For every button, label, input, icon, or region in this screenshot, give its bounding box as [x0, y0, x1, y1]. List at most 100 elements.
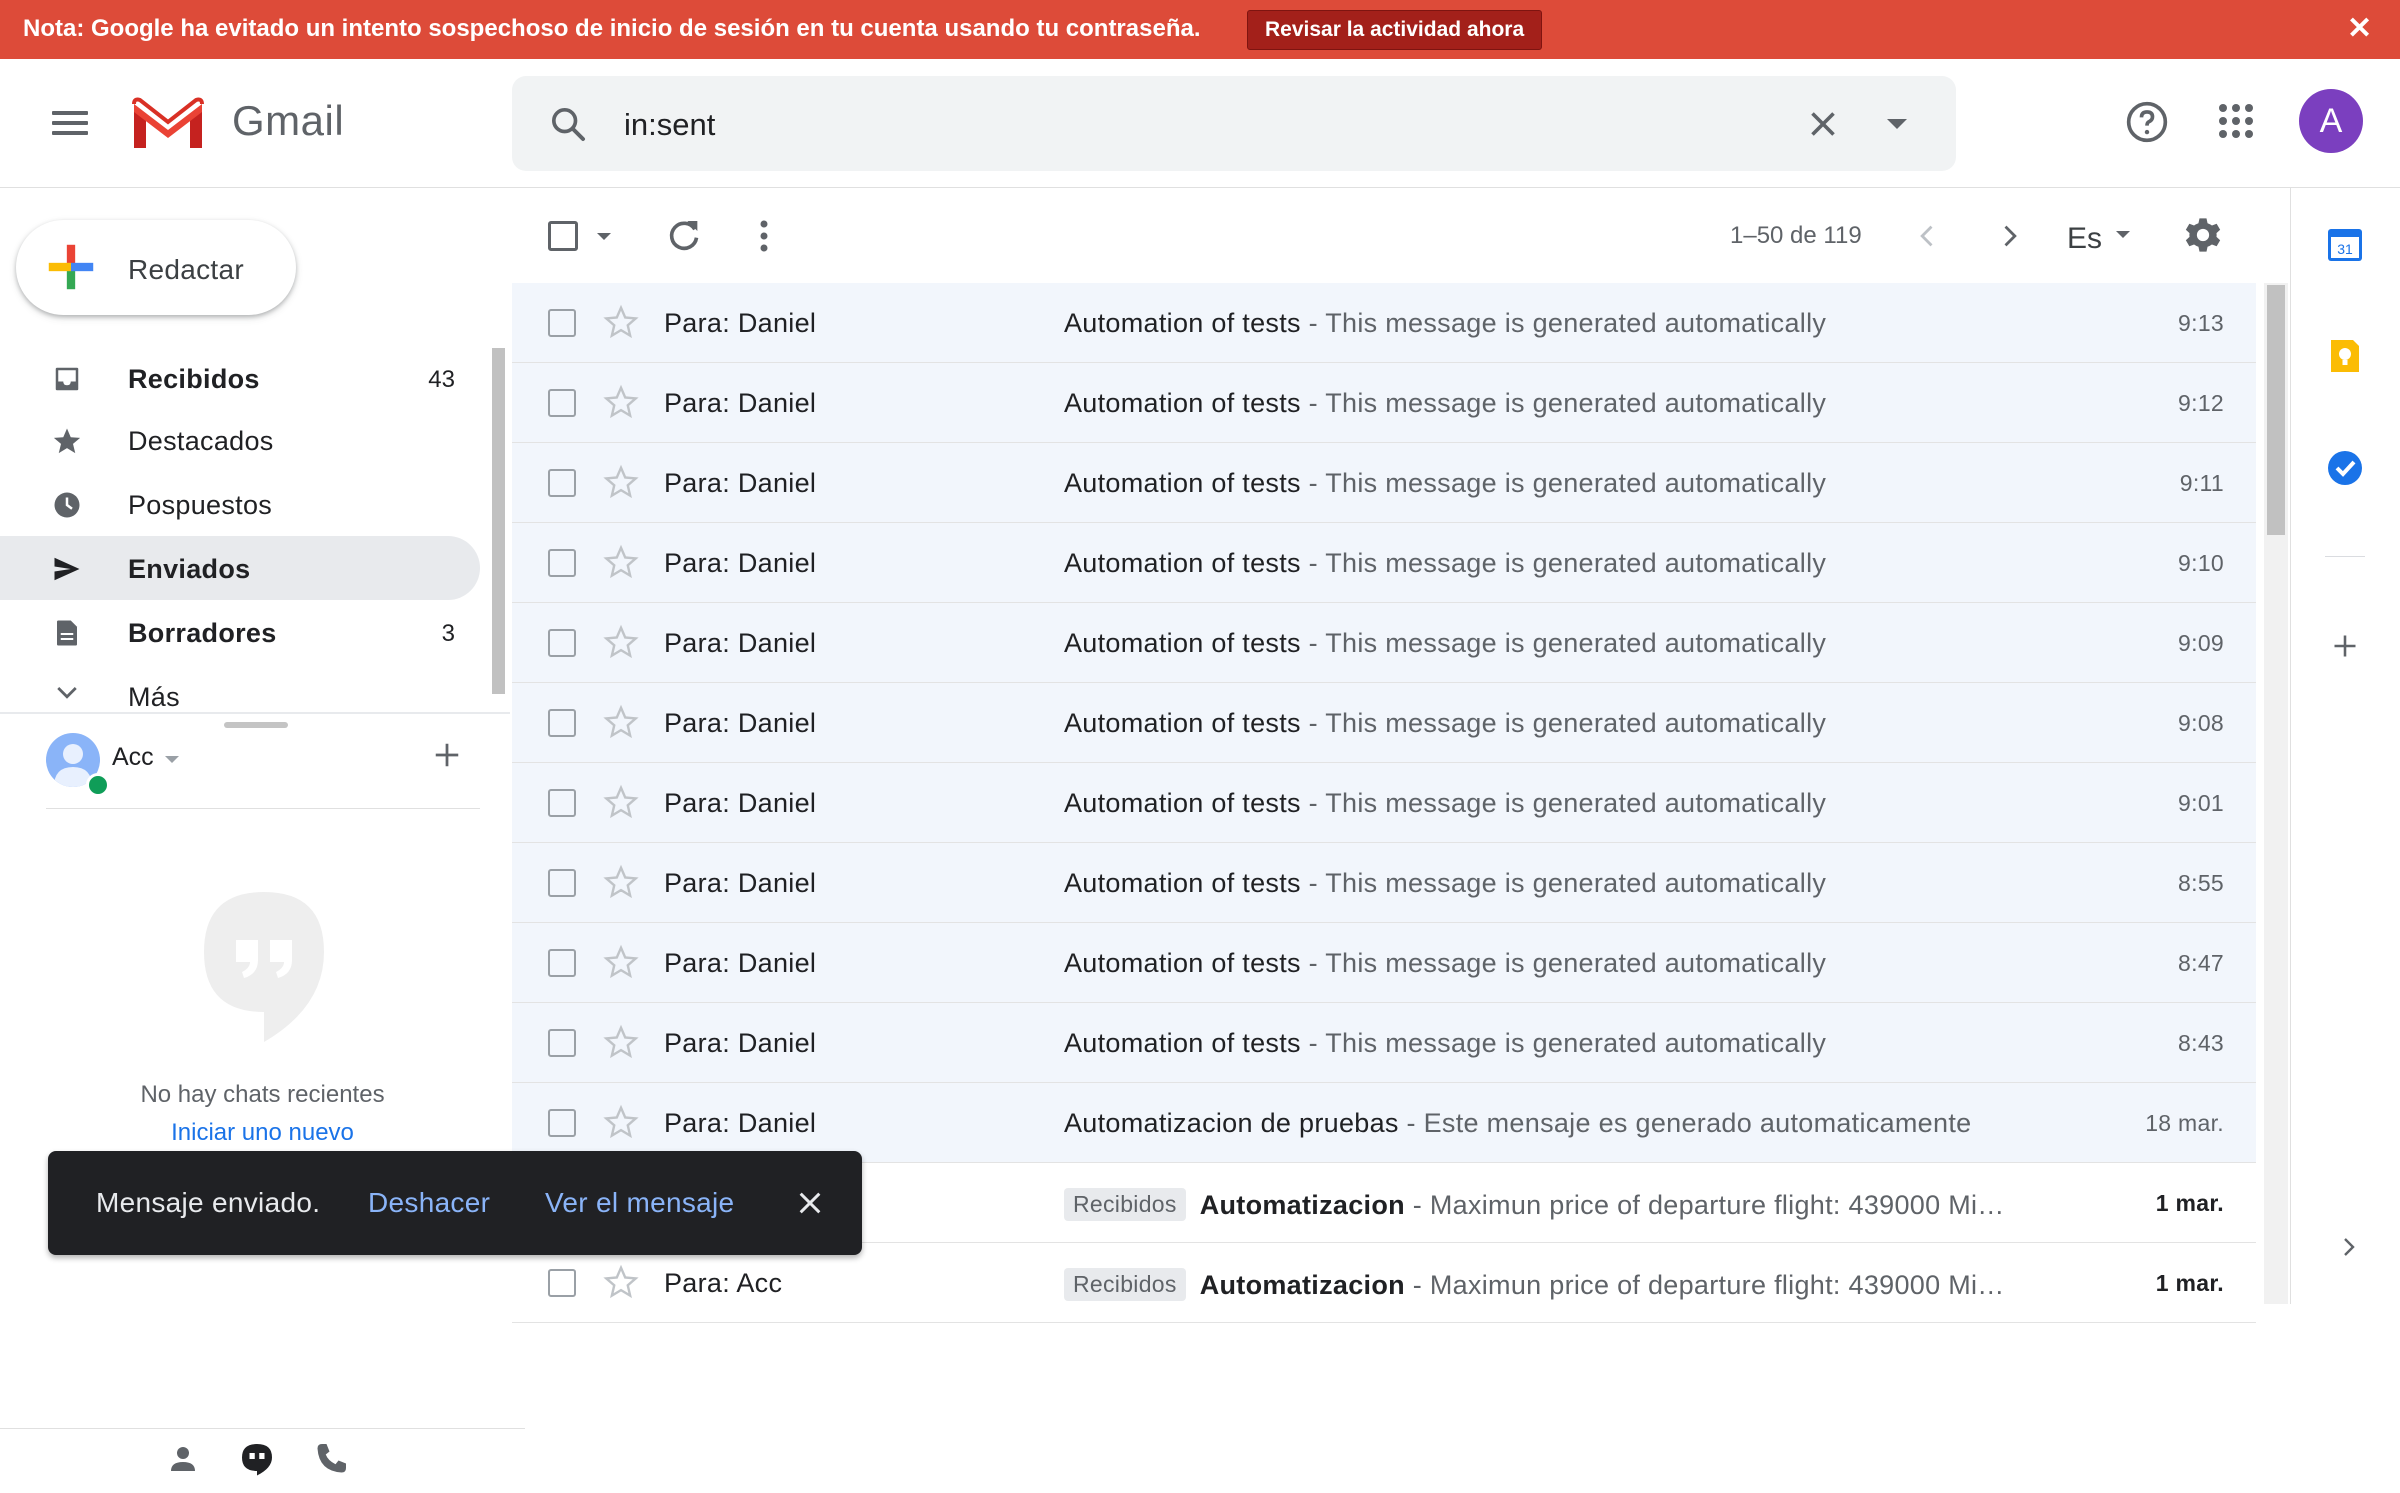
row-checkbox[interactable] — [548, 949, 576, 977]
message-row[interactable]: Para: Acc Recibidos Automatizacion - Maxim… — [512, 1243, 2256, 1323]
row-snippet: - This message is generated automaticall… — [1300, 468, 1827, 498]
star-icon[interactable] — [603, 544, 639, 580]
sidebar-item-label: Más — [128, 682, 180, 712]
online-status-dot — [86, 773, 110, 797]
sidebar-item-inbox[interactable]: Recibidos 43 — [0, 346, 480, 410]
star-icon[interactable] — [603, 864, 639, 900]
refresh-icon[interactable] — [664, 216, 704, 256]
row-content: Automatizacion de pruebas - Este mensaje… — [1064, 1108, 2024, 1139]
compose-button[interactable]: Redactar — [16, 220, 296, 315]
message-list-scrollbar[interactable] — [2264, 283, 2288, 1304]
row-recipient: Para: Daniel — [664, 708, 817, 738]
add-contact-icon[interactable] — [432, 740, 462, 770]
plus-icon — [48, 244, 94, 290]
chat-icon[interactable] — [239, 1441, 275, 1477]
clear-search-icon[interactable] — [1805, 106, 1841, 142]
next-page-icon[interactable] — [1995, 222, 2023, 250]
add-addon-icon[interactable] — [2331, 632, 2359, 660]
row-checkbox[interactable] — [548, 869, 576, 897]
message-row[interactable]: Para: Daniel Automation of tests - This m… — [512, 923, 2256, 1003]
caret-down-icon[interactable] — [164, 755, 180, 764]
search-input[interactable] — [622, 96, 1526, 154]
row-checkbox[interactable] — [548, 389, 576, 417]
message-row[interactable]: Para: Daniel Automation of tests - This m… — [512, 523, 2256, 603]
panel-resize-handle[interactable] — [224, 722, 288, 728]
row-checkbox[interactable] — [548, 309, 576, 337]
message-row[interactable]: Para: Daniel Automation of tests - This m… — [512, 603, 2256, 683]
expand-panel-icon[interactable] — [2337, 1235, 2361, 1259]
search-icon[interactable] — [548, 104, 588, 144]
row-checkbox[interactable] — [548, 789, 576, 817]
label-badge[interactable]: Recibidos — [1064, 1268, 1186, 1301]
main-menu-icon[interactable] — [50, 111, 90, 135]
message-row[interactable]: Para: Daniel Automation of tests - This m… — [512, 363, 2256, 443]
star-icon[interactable] — [603, 384, 639, 420]
input-tools-button[interactable]: Es — [2067, 222, 2102, 256]
message-row[interactable]: Para: Daniel Automation of tests - This m… — [512, 683, 2256, 763]
row-content: Automation of tests - This message is ge… — [1064, 948, 2024, 979]
star-icon[interactable] — [603, 1024, 639, 1060]
message-row[interactable]: Para: Daniel Automation of tests - This m… — [512, 283, 2256, 363]
select-menu-caret-icon[interactable] — [596, 232, 612, 241]
row-checkbox[interactable] — [548, 629, 576, 657]
star-icon[interactable] — [603, 704, 639, 740]
label-badge[interactable]: Recibidos — [1064, 1188, 1186, 1221]
phone-icon[interactable] — [313, 1441, 349, 1477]
banner-close-icon[interactable]: ✕ — [2347, 14, 2372, 44]
sidebar-item-starred[interactable]: Destacados — [0, 408, 480, 472]
row-content: Automation of tests - This message is ge… — [1064, 708, 2024, 739]
more-options-icon[interactable] — [758, 218, 770, 254]
scrollbar-thumb[interactable] — [2267, 285, 2285, 535]
row-snippet: - This message is generated automaticall… — [1300, 548, 1827, 578]
calendar-icon[interactable]: 31 — [2325, 224, 2365, 264]
star-icon[interactable] — [603, 624, 639, 660]
search-options-icon[interactable] — [1885, 118, 1909, 130]
sidebar-item-snoozed[interactable]: Pospuestos — [0, 472, 480, 536]
message-row[interactable]: Para: Daniel Automation of tests - This m… — [512, 843, 2256, 923]
apps-grid-icon[interactable] — [2218, 103, 2254, 139]
previous-page-icon[interactable] — [1914, 222, 1942, 250]
close-icon[interactable] — [794, 1187, 826, 1219]
clock-icon — [54, 492, 80, 518]
search-bar[interactable] — [512, 76, 1956, 171]
star-icon[interactable] — [603, 1104, 639, 1140]
sidebar-item-sent[interactable]: Enviados — [0, 536, 480, 600]
message-row[interactable]: Para: Daniel Automation of tests - This m… — [512, 763, 2256, 843]
review-activity-button[interactable]: Revisar la actividad ahora — [1247, 10, 1543, 50]
row-snippet: - This message is generated automaticall… — [1300, 868, 1827, 898]
star-icon[interactable] — [603, 1264, 639, 1300]
star-icon[interactable] — [603, 944, 639, 980]
view-message-button[interactable]: Ver el mensaje — [545, 1187, 734, 1219]
start-new-chat-link[interactable]: Iniciar uno nuevo — [0, 1119, 525, 1147]
select-all-checkbox[interactable] — [548, 221, 578, 251]
star-icon[interactable] — [603, 304, 639, 340]
row-time: 8:47 — [2178, 950, 2224, 976]
star-icon[interactable] — [603, 464, 639, 500]
row-checkbox[interactable] — [548, 1109, 576, 1137]
star-icon[interactable] — [603, 784, 639, 820]
row-checkbox[interactable] — [548, 1269, 576, 1297]
contacts-icon[interactable] — [165, 1441, 201, 1477]
row-time: 9:11 — [2179, 470, 2224, 496]
row-checkbox[interactable] — [548, 549, 576, 577]
sidebar-scrollbar[interactable] — [492, 348, 505, 694]
settings-gear-icon[interactable] — [2182, 214, 2224, 256]
row-checkbox[interactable] — [548, 1029, 576, 1057]
account-avatar[interactable]: A — [2299, 89, 2363, 153]
divider — [0, 712, 510, 714]
row-subject: Automation of tests — [1064, 548, 1301, 578]
message-row[interactable]: Para: Daniel Automation of tests - This m… — [512, 1003, 2256, 1083]
keep-icon[interactable] — [2325, 336, 2365, 376]
caret-down-icon[interactable] — [2115, 230, 2131, 239]
row-recipient: Para: Daniel — [664, 788, 817, 818]
undo-button[interactable]: Deshacer — [368, 1187, 490, 1219]
tasks-icon[interactable] — [2325, 448, 2365, 488]
row-checkbox[interactable] — [548, 709, 576, 737]
sidebar-item-more[interactable]: Más — [0, 664, 480, 712]
sidebar-item-drafts[interactable]: Borradores 3 — [0, 600, 480, 664]
gmail-logo-icon[interactable] — [130, 96, 206, 152]
row-checkbox[interactable] — [548, 469, 576, 497]
message-row[interactable]: Para: Daniel Automation of tests - This m… — [512, 443, 2256, 523]
help-icon[interactable] — [2125, 100, 2169, 144]
row-recipient: Para: Daniel — [664, 1028, 817, 1058]
